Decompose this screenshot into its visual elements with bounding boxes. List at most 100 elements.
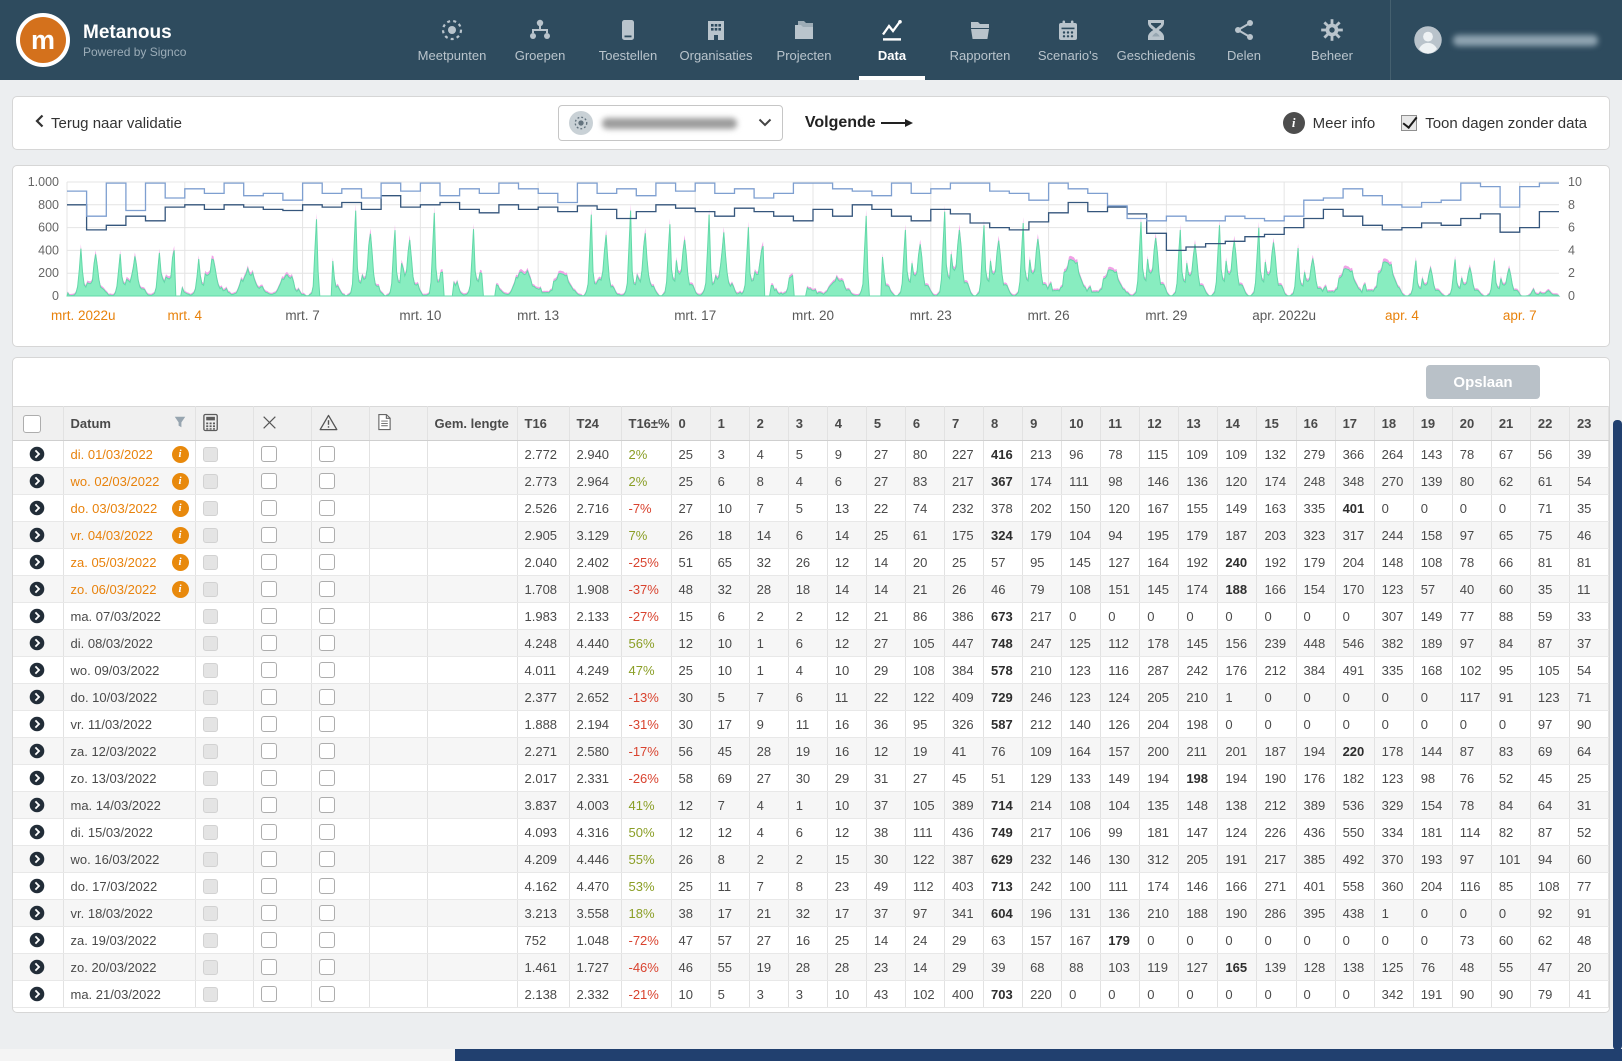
calculate-checkbox[interactable] (203, 771, 218, 786)
nav-item-geschiedenis[interactable]: Geschiedenis (1112, 0, 1200, 80)
calculate-checkbox[interactable] (203, 852, 218, 867)
expand-day-icon[interactable] (20, 851, 63, 867)
exclude-checkbox[interactable] (261, 743, 277, 759)
expand-day-icon[interactable] (20, 608, 63, 624)
expand-day-icon[interactable] (20, 581, 63, 597)
calculate-checkbox[interactable] (203, 447, 218, 462)
expand-day-icon[interactable] (20, 527, 63, 543)
expand-day-icon[interactable] (20, 554, 63, 570)
info-icon[interactable]: i (172, 446, 189, 463)
calculate-checkbox[interactable] (203, 879, 218, 894)
exclude-checkbox[interactable] (261, 770, 277, 786)
nav-item-beheer[interactable]: Beheer (1288, 0, 1376, 80)
exclude-checkbox[interactable] (261, 797, 277, 813)
calculate-checkbox[interactable] (203, 690, 218, 705)
exclude-checkbox[interactable] (261, 959, 277, 975)
app-logo[interactable]: m Metanous Powered by Signco (0, 13, 186, 67)
info-icon[interactable]: i (172, 581, 189, 598)
warning-checkbox[interactable] (319, 500, 335, 516)
nav-item-groepen[interactable]: Groepen (496, 0, 584, 80)
expand-day-icon[interactable] (20, 986, 63, 1002)
expand-day-icon[interactable] (20, 635, 63, 651)
warning-checkbox[interactable] (319, 635, 335, 651)
exclude-checkbox[interactable] (261, 878, 277, 894)
warning-checkbox[interactable] (319, 932, 335, 948)
expand-day-icon[interactable] (20, 770, 63, 786)
save-button[interactable]: Opslaan (1426, 365, 1540, 399)
expand-day-icon[interactable] (20, 932, 63, 948)
calculate-checkbox[interactable] (203, 987, 218, 1002)
warning-checkbox[interactable] (319, 851, 335, 867)
exclude-checkbox[interactable] (261, 608, 277, 624)
nav-item-organisaties[interactable]: Organisaties (672, 0, 760, 80)
warning-checkbox[interactable] (319, 743, 335, 759)
warning-checkbox[interactable] (319, 608, 335, 624)
calculate-checkbox[interactable] (203, 609, 218, 624)
nav-item-projecten[interactable]: Projecten (760, 0, 848, 80)
nav-item-data[interactable]: Data (848, 0, 936, 80)
calculate-checkbox[interactable] (203, 474, 218, 489)
calculate-checkbox[interactable] (203, 906, 218, 921)
exclude-checkbox[interactable] (261, 986, 277, 1002)
expand-day-icon[interactable] (20, 473, 63, 489)
exclude-checkbox[interactable] (261, 716, 277, 732)
warning-checkbox[interactable] (319, 905, 335, 921)
measuring-point-select[interactable] (558, 105, 783, 141)
filter-icon[interactable] (173, 415, 187, 432)
exclude-checkbox[interactable] (261, 473, 277, 489)
exclude-checkbox[interactable] (261, 824, 277, 840)
exclude-checkbox[interactable] (261, 905, 277, 921)
expand-day-icon[interactable] (20, 500, 63, 516)
exclude-checkbox[interactable] (261, 500, 277, 516)
warning-checkbox[interactable] (319, 554, 335, 570)
warning-checkbox[interactable] (319, 662, 335, 678)
show-days-without-data-toggle[interactable]: Toon dagen zonder data (1401, 115, 1587, 132)
warning-checkbox[interactable] (319, 959, 335, 975)
warning-checkbox[interactable] (319, 878, 335, 894)
info-icon[interactable]: i (172, 500, 189, 517)
warning-checkbox[interactable] (319, 716, 335, 732)
expand-day-icon[interactable] (20, 797, 63, 813)
warning-checkbox[interactable] (319, 824, 335, 840)
expand-day-icon[interactable] (20, 824, 63, 840)
calculate-checkbox[interactable] (203, 636, 218, 651)
exclude-checkbox[interactable] (261, 527, 277, 543)
calculate-checkbox[interactable] (203, 744, 218, 759)
warning-checkbox[interactable] (319, 581, 335, 597)
expand-day-icon[interactable] (20, 662, 63, 678)
more-info-button[interactable]: i Meer info (1283, 112, 1376, 134)
exclude-checkbox[interactable] (261, 851, 277, 867)
calculate-checkbox[interactable] (203, 825, 218, 840)
warning-checkbox[interactable] (319, 689, 335, 705)
calculate-checkbox[interactable] (203, 501, 218, 516)
expand-day-icon[interactable] (20, 905, 63, 921)
info-icon[interactable]: i (172, 473, 189, 490)
calculate-checkbox[interactable] (203, 582, 218, 597)
calculate-checkbox[interactable] (203, 960, 218, 975)
warning-checkbox[interactable] (319, 797, 335, 813)
select-all-checkbox[interactable] (23, 415, 41, 433)
expand-day-icon[interactable] (20, 959, 63, 975)
nav-item-toestellen[interactable]: Toestellen (584, 0, 672, 80)
exclude-checkbox[interactable] (261, 662, 277, 678)
calculate-checkbox[interactable] (203, 528, 218, 543)
calculate-checkbox[interactable] (203, 663, 218, 678)
warning-checkbox[interactable] (319, 446, 335, 462)
nav-item-rapporten[interactable]: Rapporten (936, 0, 1024, 80)
vertical-scrollbar[interactable] (1613, 420, 1622, 1050)
calculate-checkbox[interactable] (203, 555, 218, 570)
nav-item-scenario-s[interactable]: Scenario's (1024, 0, 1112, 80)
exclude-checkbox[interactable] (261, 446, 277, 462)
warning-checkbox[interactable] (319, 527, 335, 543)
info-icon[interactable]: i (172, 554, 189, 571)
exclude-checkbox[interactable] (261, 932, 277, 948)
warning-checkbox[interactable] (319, 770, 335, 786)
show-days-checkbox[interactable] (1401, 115, 1417, 131)
warning-checkbox[interactable] (319, 986, 335, 1002)
calculate-checkbox[interactable] (203, 933, 218, 948)
calculate-checkbox[interactable] (203, 798, 218, 813)
exclude-checkbox[interactable] (261, 554, 277, 570)
expand-day-icon[interactable] (20, 689, 63, 705)
info-icon[interactable]: i (172, 527, 189, 544)
exclude-checkbox[interactable] (261, 689, 277, 705)
